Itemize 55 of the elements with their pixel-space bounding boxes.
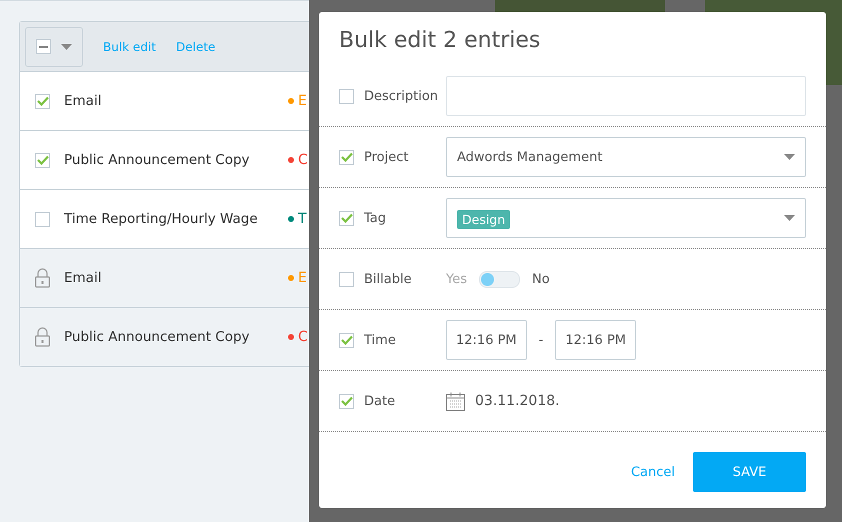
checkbox[interactable] [36, 39, 51, 54]
select-all-button[interactable] [25, 26, 83, 66]
caret-icon [61, 44, 72, 50]
project-select[interactable]: Adwords Management [446, 137, 806, 177]
save-button[interactable]: SAVE [693, 452, 806, 492]
no-label: No [532, 272, 550, 286]
lock-icon [35, 268, 50, 288]
check-icon [36, 96, 48, 106]
checkbox[interactable] [35, 212, 50, 226]
cancel-link[interactable]: Cancel [630, 464, 675, 480]
project-name: T [298, 211, 307, 227]
check-icon [340, 335, 352, 345]
description-field[interactable] [446, 76, 806, 116]
checkbox[interactable] [339, 394, 354, 408]
dialog-title: Bulk edit 2 entries [339, 28, 542, 53]
tag-select[interactable]: Design [446, 198, 806, 238]
checkbox[interactable] [35, 94, 50, 108]
check-icon [340, 152, 352, 162]
project-name: E [298, 93, 307, 109]
check-icon [340, 213, 352, 223]
delete-link[interactable]: Delete [176, 40, 216, 54]
project-name: E [298, 270, 307, 286]
field-label: Tag [364, 210, 388, 226]
entry-description: Email [64, 270, 102, 286]
checkbox[interactable] [339, 88, 354, 104]
caret-icon [784, 154, 795, 160]
tag-chip: Design [457, 210, 510, 228]
field-label: Date [364, 394, 396, 408]
checkbox[interactable] [339, 210, 354, 226]
check-icon [36, 155, 48, 165]
field-label: Project [364, 150, 410, 164]
bulk-edit-link[interactable]: Bulk edit [103, 40, 156, 54]
caret-icon [784, 215, 795, 221]
checkbox[interactable] [339, 150, 354, 164]
lock-icon [35, 327, 50, 347]
entry-description: Public Announcement Copy [64, 329, 251, 345]
checkbox[interactable] [339, 332, 354, 348]
project-name: C [298, 329, 308, 345]
date-value: 03.11.2018. [475, 393, 560, 409]
field-label: Billable [364, 272, 413, 286]
field-label: Time [364, 332, 397, 348]
entry-description: Public Announcement Copy [64, 152, 251, 168]
check-icon [340, 396, 352, 406]
billable-switch[interactable] [479, 270, 520, 288]
field-label: Description [364, 88, 440, 104]
time-separator: - [538, 332, 544, 348]
project-name: C [298, 152, 308, 168]
checkbox[interactable] [35, 152, 50, 168]
start-time-field[interactable]: 12:16 PM [446, 320, 527, 360]
entry-description: Email [64, 93, 102, 109]
yes-label: Yes [446, 272, 467, 286]
entry-description: Time Reporting/Hourly Wage [64, 211, 259, 227]
checkbox[interactable] [339, 272, 354, 286]
end-time-field[interactable]: 12:16 PM [555, 320, 636, 360]
calendar-icon[interactable] [446, 392, 465, 410]
